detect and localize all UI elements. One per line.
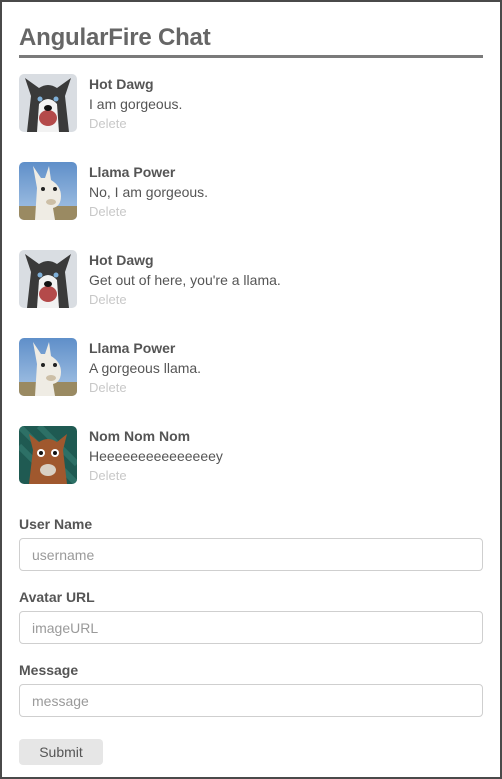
- username-label: User Name: [19, 516, 93, 532]
- chat-window: AngularFire Chat Hot Dawg I am gorgeous.…: [0, 0, 502, 779]
- message-item: Hot Dawg I am gorgeous. Delete: [19, 74, 483, 134]
- alpaca-avatar: [19, 426, 77, 484]
- username-input[interactable]: [19, 538, 483, 571]
- message-label: Message: [19, 662, 79, 678]
- husky-avatar: [19, 74, 77, 132]
- message-item: Llama Power No, I am gorgeous. Delete: [19, 162, 483, 222]
- message-author: Nom Nom Nom: [89, 428, 191, 444]
- avatar-url-label: Avatar URL: [19, 589, 95, 605]
- husky-avatar: [19, 250, 77, 308]
- delete-link[interactable]: Delete: [89, 292, 127, 307]
- delete-link[interactable]: Delete: [89, 204, 127, 219]
- title-divider: [19, 55, 483, 58]
- message-text: A gorgeous llama.: [89, 360, 202, 376]
- message-text: I am gorgeous.: [89, 96, 183, 112]
- llama-avatar: [19, 162, 77, 220]
- message-item: Llama Power A gorgeous llama. Delete: [19, 338, 483, 398]
- message-author: Hot Dawg: [89, 76, 154, 92]
- message-input[interactable]: [19, 684, 483, 717]
- message-item: Nom Nom Nom Heeeeeeeeeeeeeeey Delete: [19, 426, 483, 486]
- message-author: Hot Dawg: [89, 252, 154, 268]
- page-title: AngularFire Chat: [19, 24, 211, 51]
- message-text: Heeeeeeeeeeeeeeey: [89, 448, 223, 464]
- submit-button[interactable]: Submit: [19, 739, 103, 765]
- message-item: Hot Dawg Get out of here, you're a llama…: [19, 250, 483, 310]
- delete-link[interactable]: Delete: [89, 380, 127, 395]
- delete-link[interactable]: Delete: [89, 116, 127, 131]
- message-text: Get out of here, you're a llama.: [89, 272, 281, 288]
- delete-link[interactable]: Delete: [89, 468, 127, 483]
- message-author: Llama Power: [89, 164, 176, 180]
- llama-avatar: [19, 338, 77, 396]
- message-author: Llama Power: [89, 340, 176, 356]
- message-text: No, I am gorgeous.: [89, 184, 209, 200]
- avatar-url-input[interactable]: [19, 611, 483, 644]
